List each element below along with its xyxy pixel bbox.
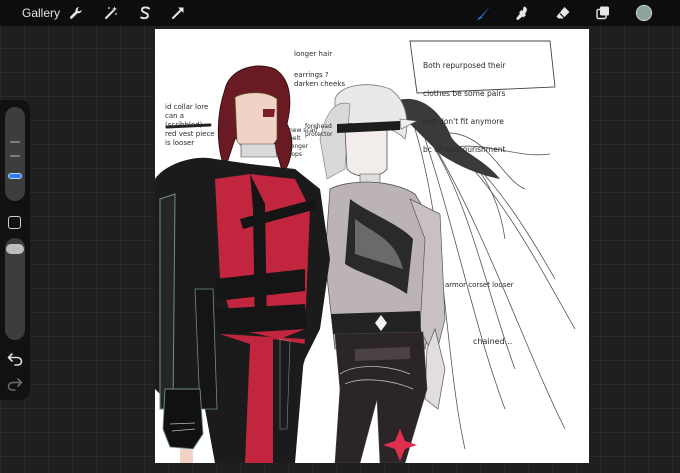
top-toolbar: Gallery bbox=[0, 0, 680, 26]
undo-icon[interactable] bbox=[7, 352, 23, 366]
transform-arrow-icon[interactable] bbox=[168, 3, 188, 23]
note-box-line: Both repurposed their bbox=[423, 61, 506, 70]
character-sketch-artwork bbox=[155, 40, 576, 463]
opacity-handle[interactable] bbox=[6, 244, 24, 254]
magic-wand-icon[interactable] bbox=[101, 3, 121, 23]
layers-icon[interactable] bbox=[593, 3, 613, 23]
note-forehead: forehead protector bbox=[305, 123, 333, 138]
eraser-icon[interactable] bbox=[553, 3, 573, 23]
slider-tick bbox=[10, 141, 20, 143]
note-box: Both repurposed their clothes be some pa… bbox=[423, 45, 505, 171]
opacity-slider[interactable] bbox=[5, 238, 25, 340]
note-armor-corset: armor corset looser bbox=[445, 281, 514, 289]
drawing-canvas[interactable]: longer hair earrings ? darken cheeks id … bbox=[155, 29, 589, 463]
modify-button[interactable] bbox=[8, 216, 21, 229]
note-collar: id collar lore can a (scribbled) red ves… bbox=[165, 103, 215, 147]
slider-tick bbox=[10, 155, 20, 157]
brush-size-slider[interactable] bbox=[5, 107, 25, 201]
brush-icon[interactable] bbox=[474, 3, 494, 23]
note-box-line: bc of malnourishment bbox=[423, 145, 506, 154]
left-sidebar bbox=[0, 100, 30, 400]
smudge-icon[interactable] bbox=[512, 3, 532, 23]
note-box-line: just don't fit anymore bbox=[423, 117, 504, 126]
wrench-icon[interactable] bbox=[66, 3, 86, 23]
note-chained: chained... bbox=[473, 337, 513, 346]
redo-icon[interactable] bbox=[7, 377, 23, 391]
color-swatch[interactable] bbox=[634, 3, 654, 23]
gallery-button[interactable]: Gallery bbox=[22, 5, 60, 21]
brush-size-handle[interactable] bbox=[8, 173, 22, 179]
note-box-line: clothes be some pairs bbox=[423, 89, 506, 98]
note-longer-hair: longer hair bbox=[294, 50, 333, 58]
note-earrings: earrings ? darken cheeks bbox=[294, 71, 345, 88]
selection-s-icon[interactable] bbox=[135, 3, 155, 23]
